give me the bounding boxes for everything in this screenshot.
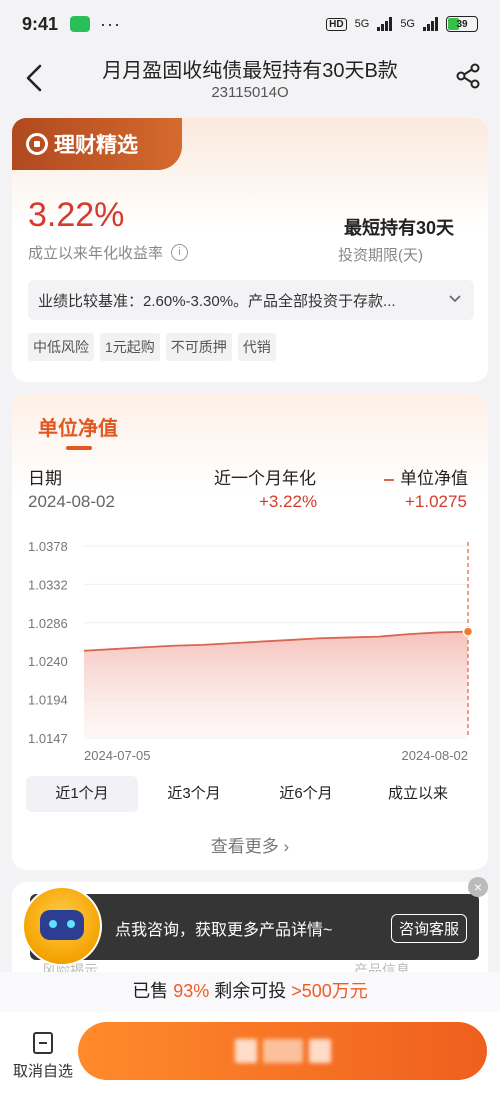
- close-icon[interactable]: ×: [468, 877, 488, 897]
- nav-header-text: 单位净值: [400, 469, 468, 488]
- y-tick-label: 1.0147: [28, 731, 68, 746]
- net1-label: 5G: [354, 18, 370, 30]
- page-title: 月月盈固收纯债最短持有30天B款: [102, 60, 398, 82]
- y-tick-label: 1.0378: [28, 539, 68, 554]
- bottom-bar: 取消自选: [0, 1012, 500, 1097]
- y-tick-label: 1.0240: [28, 654, 68, 669]
- benchmark-row[interactable]: 业绩比较基准：2.60%-3.30%。产品全部投资于存款...: [28, 280, 474, 320]
- brand-logo-icon: [26, 133, 48, 155]
- x-tick-label: 2024-07-05: [84, 748, 151, 763]
- annual-value: +3.22%: [259, 492, 318, 511]
- yield-rate: 3.22%: [28, 196, 125, 234]
- tab-1-month[interactable]: 近1个月: [26, 776, 138, 812]
- info-icon[interactable]: i: [171, 244, 189, 261]
- holding-period: 最短持有30天: [343, 218, 454, 238]
- tag-list: 中低风险 1元起购 不可质押 代销: [28, 333, 276, 361]
- remaining-label: 剩余可投: [214, 981, 287, 1001]
- tab-since-inception[interactable]: 成立以来: [362, 776, 474, 812]
- wechat-icon: [70, 16, 91, 32]
- nav-chart[interactable]: 1.0378 1.0332 1.0286 1.0240 1.0194 1.0147 2024…: [12, 524, 488, 770]
- back-arrow-icon[interactable]: [22, 60, 48, 96]
- holding-period-label: 投资期限(天): [338, 247, 423, 264]
- brand-label: 理财精选: [54, 134, 138, 157]
- nav-header: 单位净值: [384, 464, 468, 489]
- consult-service-button[interactable]: 咨询客服: [390, 914, 467, 943]
- sold-prefix: 已售: [132, 981, 169, 1001]
- battery-icon: 39: [446, 16, 478, 32]
- status-bar: 9:41 ··· HD 5G 5G 39: [0, 0, 500, 48]
- favorite-icon: [33, 1032, 53, 1054]
- battery-level: 39: [456, 18, 468, 30]
- consult-text: 点我咨询，获取更多产品详情~: [115, 922, 333, 939]
- yield-rate-label-text: 成立以来年化收益率: [28, 245, 164, 262]
- view-more-label: 查看更多: [210, 837, 279, 856]
- tag-risk: 中低风险: [28, 333, 94, 361]
- tab-6-months[interactable]: 近6个月: [250, 776, 362, 812]
- y-tick-label: 1.0194: [28, 693, 68, 708]
- tab-indicator: [66, 446, 92, 450]
- legend-line-icon: [384, 478, 394, 481]
- date-value: 2024-08-02: [28, 492, 115, 511]
- sold-percent: 93%: [173, 981, 210, 1001]
- tab-3-months[interactable]: 近3个月: [138, 776, 250, 812]
- unfavorite-label: 取消自选: [12, 1063, 73, 1080]
- signal-icon: [377, 17, 393, 31]
- annual-header: 近一个月年化: [214, 469, 316, 488]
- period-tabs: 近1个月 近3个月 近6个月 成立以来: [26, 776, 474, 812]
- yield-rate-label: 成立以来年化收益率 i: [28, 242, 189, 263]
- view-more-link[interactable]: 查看更多 ›: [12, 832, 488, 857]
- last-point-marker: [462, 626, 474, 637]
- purchase-button[interactable]: [78, 1022, 487, 1080]
- net2-label: 5G: [400, 18, 415, 30]
- chevron-right-icon: ›: [283, 837, 290, 856]
- page-header: 月月盈固收纯债最短持有30天B款 23115014O: [0, 48, 500, 110]
- more-dots: ···: [100, 13, 122, 34]
- signal-icon: [423, 17, 438, 31]
- share-icon[interactable]: [454, 62, 482, 90]
- product-code: 23115014O: [211, 84, 289, 101]
- nav-card: 单位净值 日期 2024-08-02 近一个月年化 +3.22% 单位净值 +1…: [12, 394, 488, 870]
- product-summary-card: 理财精选 3.22% 成立以来年化收益率 i 最短持有30天 投资期限(天) 业…: [12, 118, 488, 382]
- status-time: 9:41: [22, 13, 59, 34]
- sales-status: 已售 93% 剩余可投 >500万元: [0, 972, 500, 1012]
- tag-no-pledge: 不可质押: [165, 333, 232, 361]
- date-header: 日期: [28, 469, 62, 488]
- benchmark-text: 业绩比较基准：2.60%-3.30%。产品全部投资于存款...: [38, 292, 396, 310]
- tag-agency: 代销: [237, 333, 276, 361]
- hd-icon: HD: [326, 17, 347, 31]
- brand-badge: 理财精选: [12, 118, 182, 170]
- tag-min-purchase: 1元起购: [100, 333, 160, 361]
- nav-section-title[interactable]: 单位净值: [38, 412, 118, 441]
- chevron-down-icon: [449, 295, 461, 303]
- robot-avatar-icon[interactable]: [22, 886, 102, 966]
- y-tick-label: 1.0332: [28, 577, 68, 592]
- remaining-amount: >500万元: [291, 981, 368, 1001]
- unfavorite-button[interactable]: 取消自选: [8, 1022, 78, 1081]
- nav-value: +1.0275: [405, 492, 467, 511]
- x-tick-label: 2024-08-02: [402, 748, 469, 763]
- y-tick-label: 1.0286: [28, 616, 68, 631]
